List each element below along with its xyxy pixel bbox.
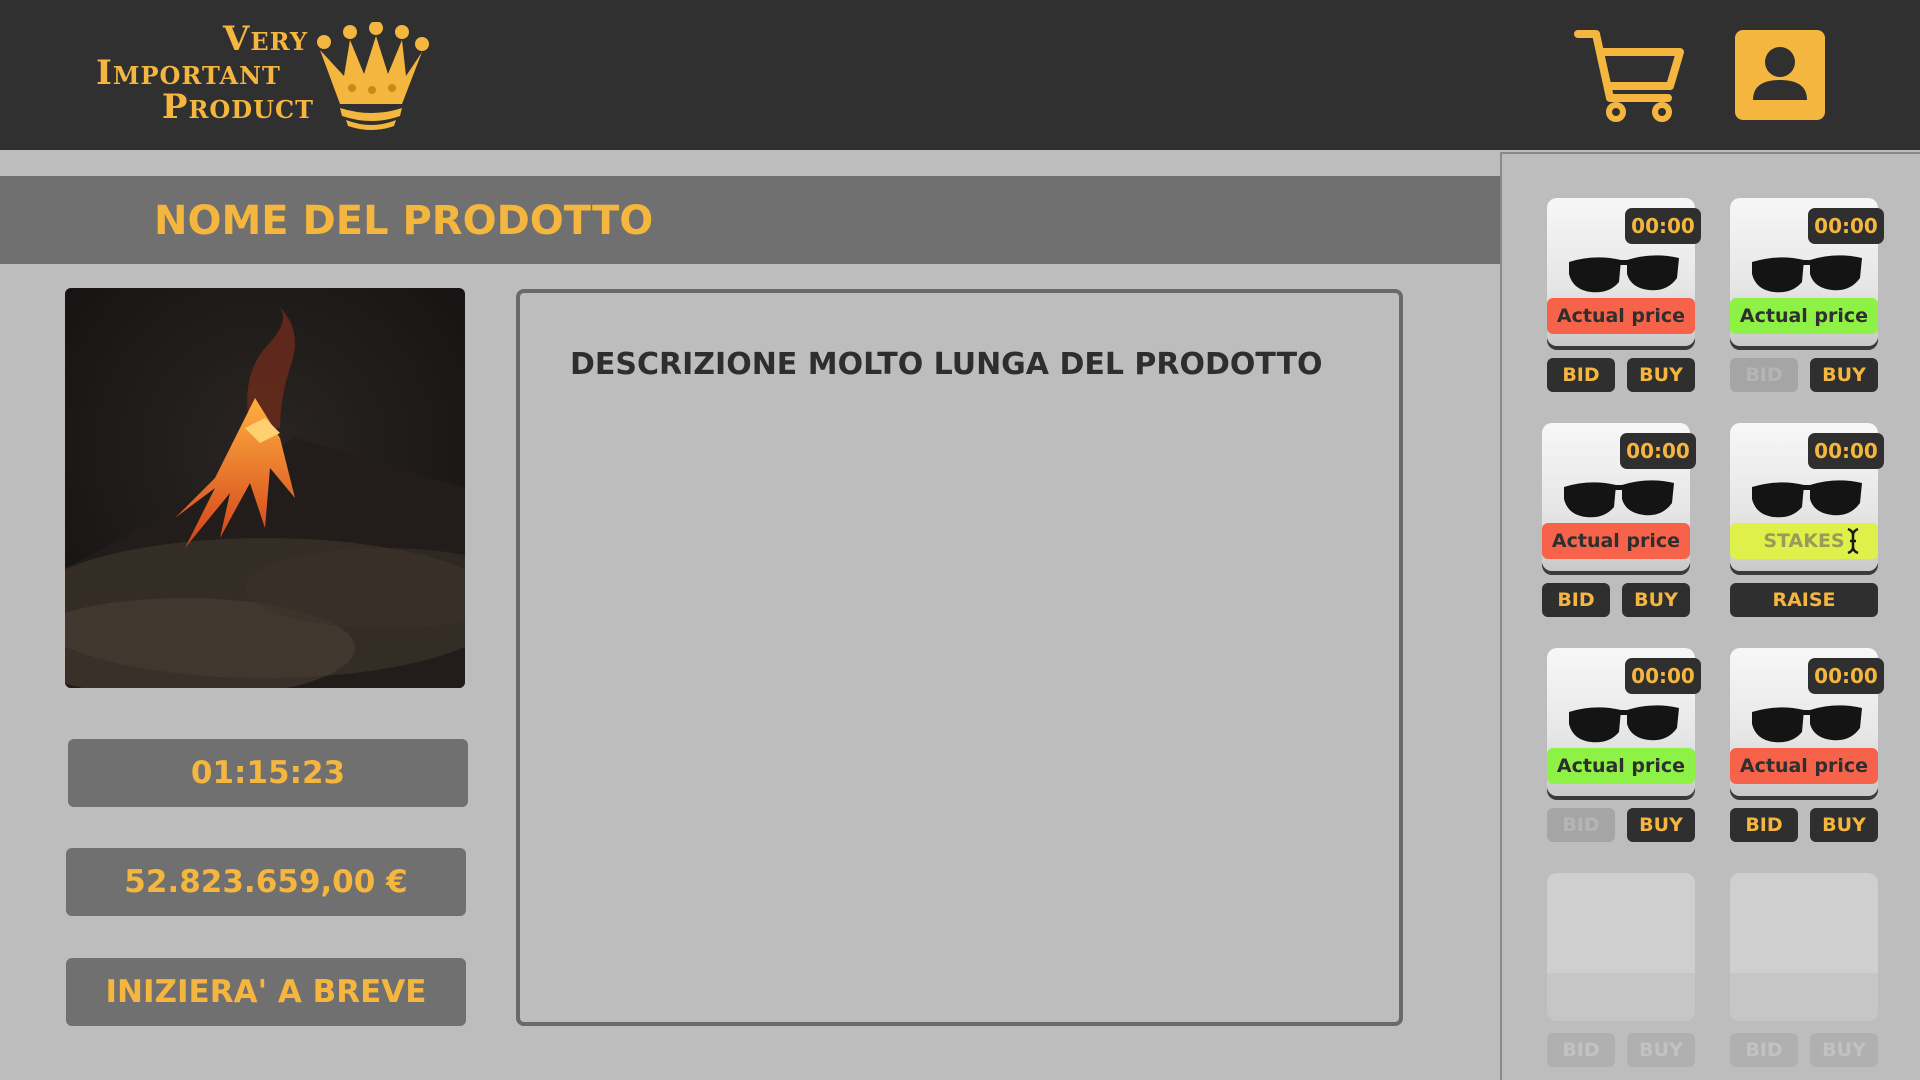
auction-card[interactable]: Actual price 00:00 BID BUY (1730, 648, 1884, 848)
raise-button[interactable]: RAISE (1730, 583, 1878, 617)
product-description: DESCRIZIONE MOLTO LUNGA DEL PRODOTTO (570, 347, 1323, 382)
sunglasses-image (1752, 480, 1862, 518)
logo[interactable]: Very Important Product (96, 22, 436, 134)
card-timer: 00:00 (1808, 433, 1884, 469)
buy-button[interactable]: BUY (1627, 808, 1695, 842)
empty-auction-card: BID BUY (1730, 873, 1878, 1073)
cart-icon[interactable] (1574, 28, 1686, 124)
empty-thumbnail (1730, 873, 1878, 1021)
sunglasses-image (1752, 255, 1862, 293)
price-indicator: Actual price (1730, 748, 1878, 784)
buy-button[interactable]: BUY (1810, 358, 1878, 392)
buy-button[interactable]: BUY (1810, 808, 1878, 842)
sunglasses-image (1569, 705, 1679, 743)
user-icon (1753, 47, 1807, 100)
auction-status: INIZIERA' A BREVE (66, 958, 466, 1026)
bid-button[interactable]: BID (1547, 358, 1615, 392)
bid-button[interactable]: BID (1730, 1033, 1798, 1067)
stakes-input[interactable]: STAKES (1730, 523, 1878, 559)
buy-button[interactable]: BUY (1627, 1033, 1695, 1067)
crown-icon (317, 22, 429, 130)
auction-sidebar[interactable]: Actual price 00:00 BID BUY Actual price … (1500, 152, 1920, 1080)
price-indicator: Actual price (1547, 748, 1695, 784)
logo-line-1: Very (222, 19, 308, 59)
bid-button[interactable]: BID (1730, 358, 1798, 392)
current-price: 52.823.659,00 € (66, 848, 466, 916)
stakes-placeholder: STAKES (1763, 530, 1845, 552)
bid-button[interactable]: BID (1547, 1033, 1615, 1067)
user-account-button[interactable] (1735, 30, 1825, 120)
auction-timer: 01:15:23 (68, 739, 468, 807)
card-timer: 00:00 (1808, 658, 1884, 694)
sunglasses-image (1752, 705, 1862, 743)
auction-card[interactable]: STAKES 00:00 RAISE (1730, 423, 1884, 623)
auction-card[interactable]: Actual price 00:00 BID BUY (1547, 198, 1701, 398)
price-indicator: Actual price (1547, 298, 1695, 334)
auction-card[interactable]: Actual price 00:00 BID BUY (1730, 198, 1884, 398)
logo-line-3: Product (161, 87, 314, 127)
auction-card[interactable]: Actual price 00:00 BID BUY (1547, 648, 1701, 848)
price-indicator: Actual price (1542, 523, 1690, 559)
empty-thumbnail (1547, 873, 1695, 1021)
empty-auction-card: BID BUY (1547, 873, 1695, 1073)
logo-text: Very Important Product (96, 22, 314, 124)
logo-line-2: Important (96, 53, 281, 93)
product-title: NOME DEL PRODOTTO (154, 198, 654, 244)
bid-button[interactable]: BID (1542, 583, 1610, 617)
price-indicator: Actual price (1730, 298, 1878, 334)
card-timer: 00:00 (1625, 208, 1701, 244)
top-bar: Very Important Product (0, 0, 1920, 150)
title-band: NOME DEL PRODOTTO (0, 176, 1502, 264)
sunglasses-image (1564, 480, 1674, 518)
description-panel: DESCRIZIONE MOLTO LUNGA DEL PRODOTTO (516, 289, 1403, 1026)
sunglasses-image (1569, 255, 1679, 293)
card-timer: 00:00 (1625, 658, 1701, 694)
buy-button[interactable]: BUY (1810, 1033, 1878, 1067)
text-cursor-icon (1847, 527, 1859, 555)
bid-button[interactable]: BID (1547, 808, 1615, 842)
auction-card[interactable]: Actual price 00:00 BID BUY (1542, 423, 1696, 623)
card-timer: 00:00 (1808, 208, 1884, 244)
buy-button[interactable]: BUY (1627, 358, 1695, 392)
card-timer: 00:00 (1620, 433, 1696, 469)
buy-button[interactable]: BUY (1622, 583, 1690, 617)
product-image (65, 288, 465, 688)
bid-button[interactable]: BID (1730, 808, 1798, 842)
